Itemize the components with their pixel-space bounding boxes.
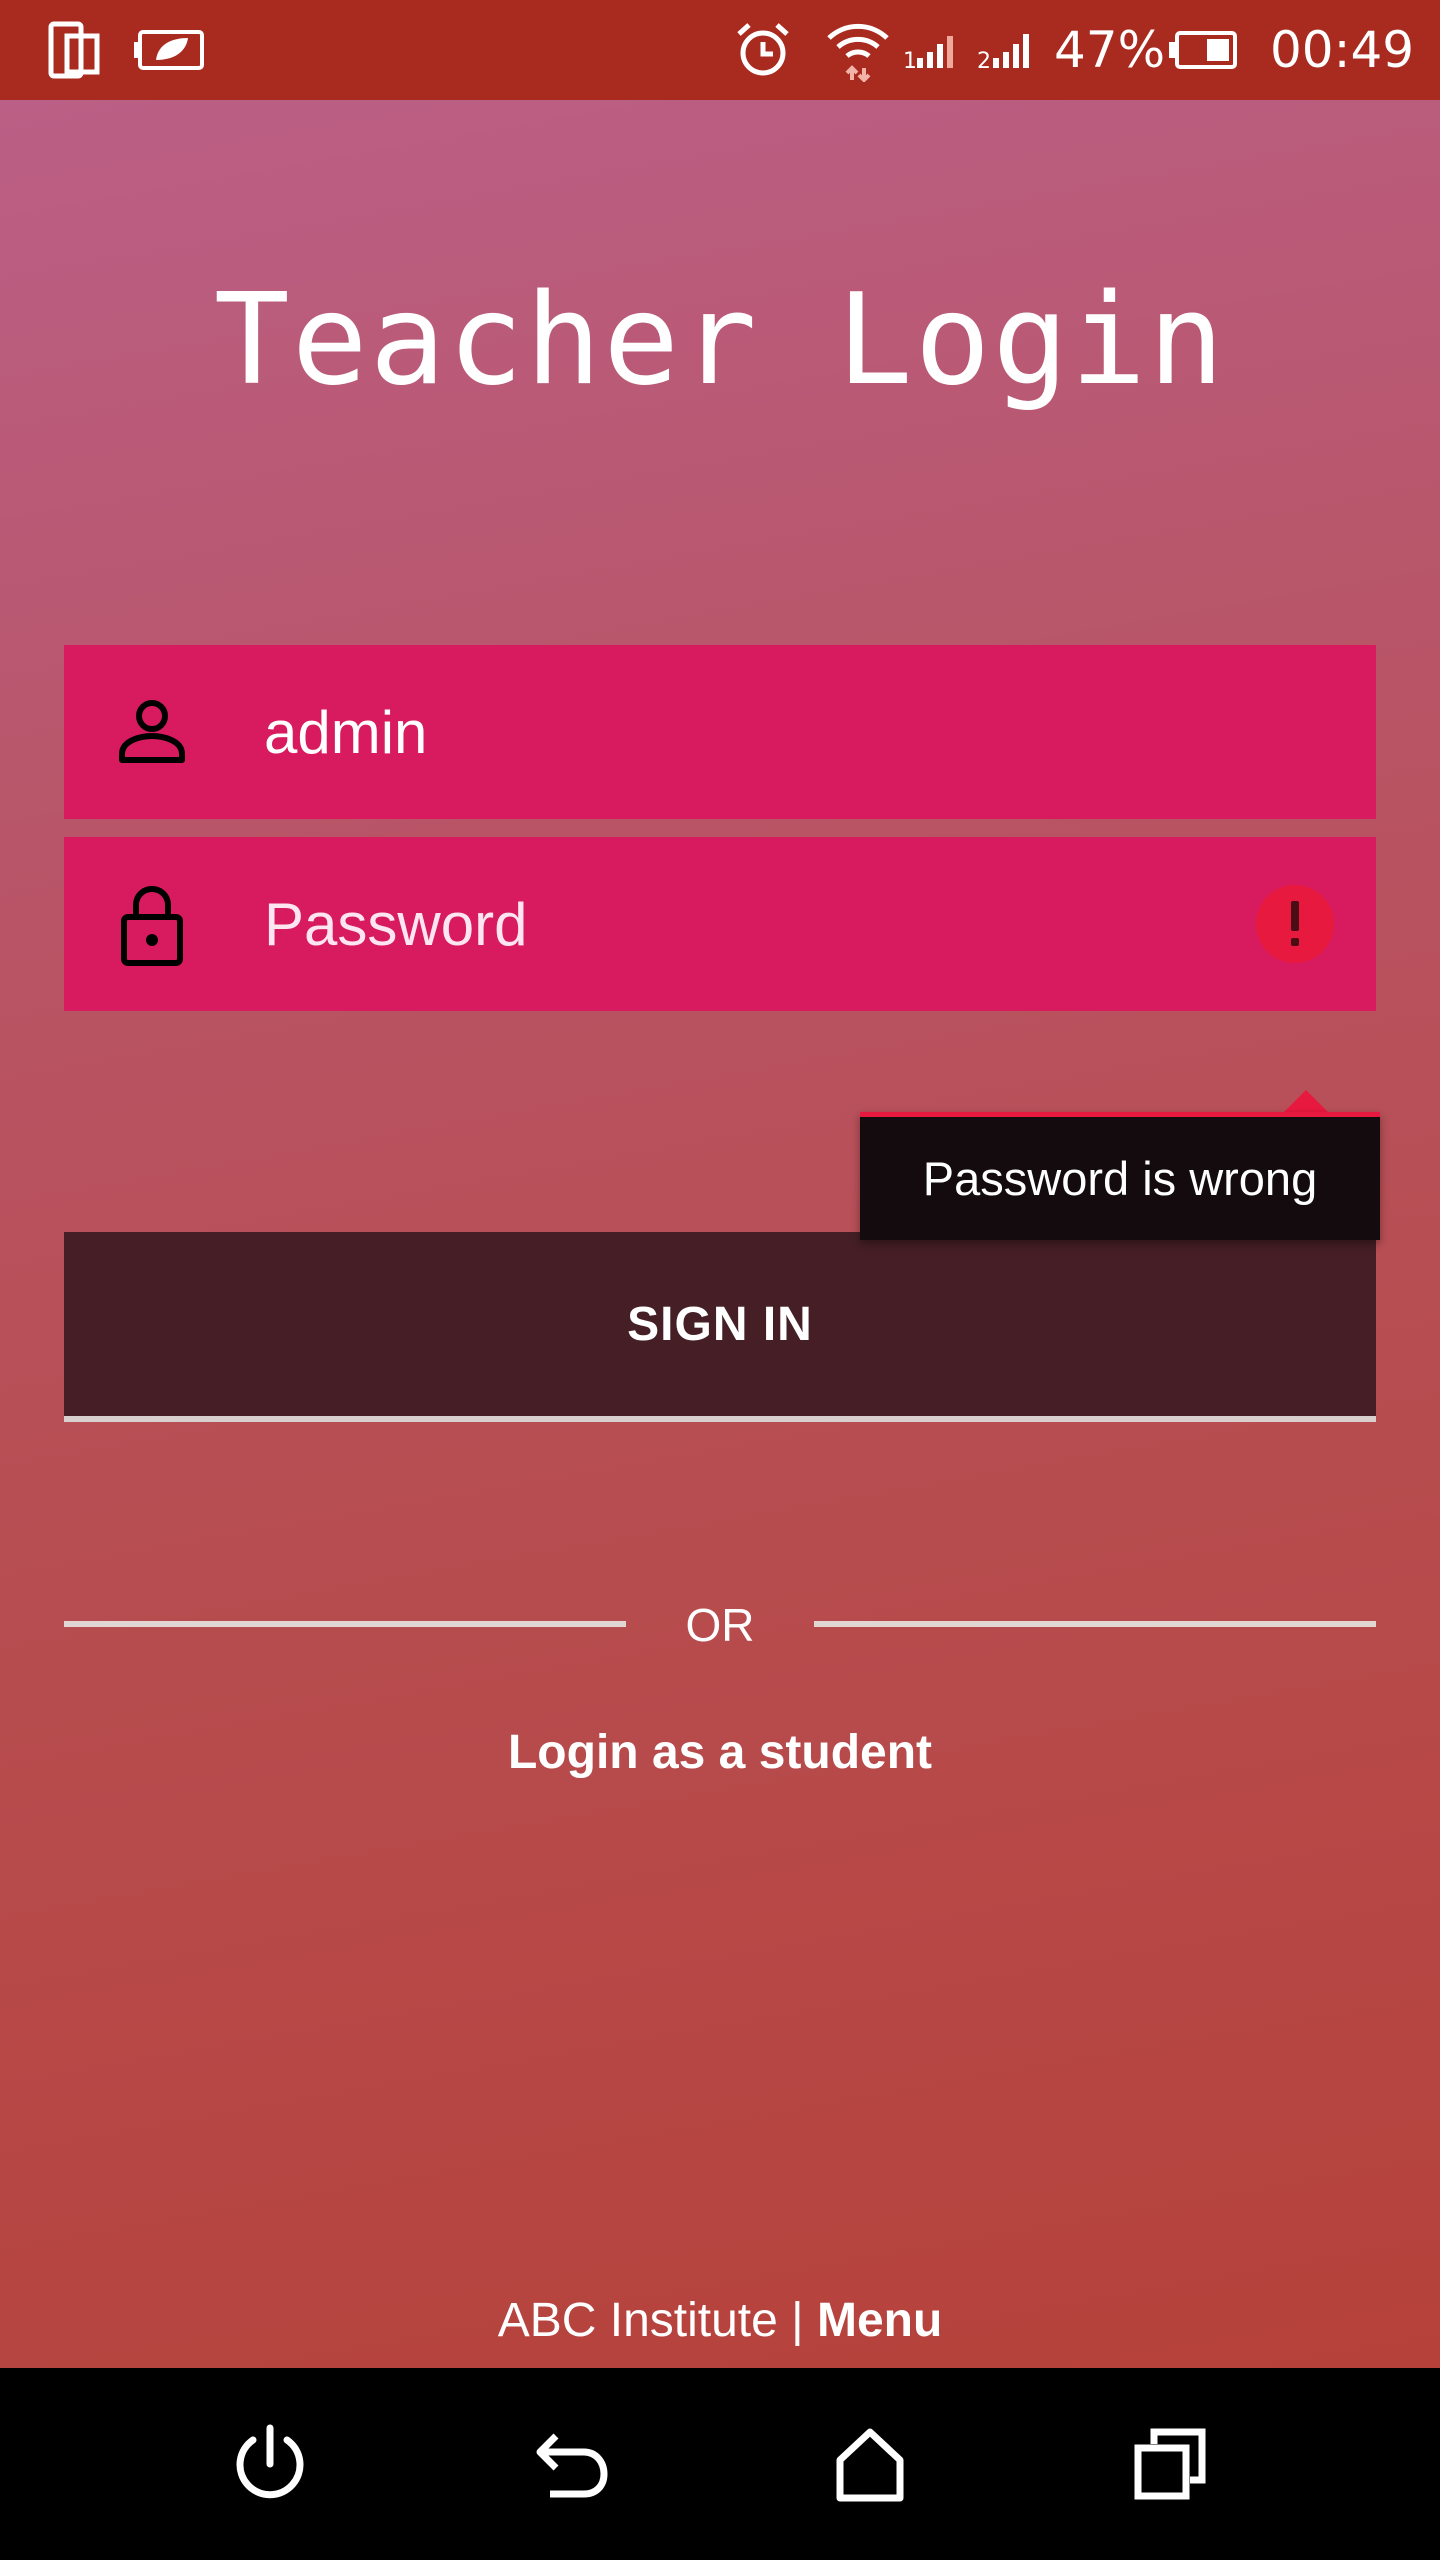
sign-in-button[interactable]: SIGN IN: [64, 1232, 1376, 1422]
back-icon[interactable]: [520, 2414, 620, 2514]
wifi-icon: [820, 0, 896, 100]
user-icon: [112, 692, 192, 772]
tooltip-arrow: [1284, 1090, 1328, 1112]
or-label: OR: [685, 1599, 755, 1651]
svg-text:1: 1: [903, 49, 917, 70]
content-area: Teacher Login admin Password SIGN IN Pas…: [0, 100, 1440, 2368]
login-as-student-link[interactable]: Login as a student: [0, 1712, 1440, 1792]
error-message: Password is wrong: [922, 1152, 1318, 1205]
error-tooltip: Password is wrong: [860, 1112, 1380, 1240]
error-icon[interactable]: [1256, 885, 1334, 963]
battery-leaf-icon: [130, 0, 210, 100]
alarm-clock-icon: [728, 0, 798, 100]
menu-link[interactable]: Menu: [817, 2293, 942, 2348]
login-screen: 1 2 47% 00:49 Teacher Login admin Passwo…: [0, 0, 1440, 2560]
battery-percent: 47%: [1054, 21, 1166, 79]
power-icon[interactable]: [220, 2414, 320, 2514]
username-value: admin: [264, 698, 428, 766]
signal-1-icon: 1: [902, 0, 962, 100]
phone-dual-screen-icon: [40, 0, 110, 100]
page-title: Teacher Login: [213, 266, 1227, 413]
home-icon[interactable]: [820, 2414, 920, 2514]
username-field[interactable]: admin: [64, 645, 1376, 819]
battery-icon: [1168, 0, 1240, 100]
lock-icon: [112, 881, 192, 966]
clock-time: 00:49: [1270, 21, 1415, 79]
recent-apps-icon[interactable]: [1120, 2414, 1220, 2514]
institute-name: ABC Institute |: [497, 2293, 817, 2347]
signal-2-icon: 2: [976, 0, 1040, 100]
password-field[interactable]: Password: [64, 837, 1376, 1011]
navigation-bar: [0, 2368, 1440, 2560]
divider-right: [814, 1621, 1376, 1627]
svg-text:2: 2: [977, 49, 991, 70]
footer: ABC Institute | Menu: [0, 2280, 1440, 2360]
divider-left: [64, 1621, 626, 1627]
status-bar: 1 2 47% 00:49: [0, 0, 1440, 100]
password-placeholder: Password: [264, 890, 528, 958]
